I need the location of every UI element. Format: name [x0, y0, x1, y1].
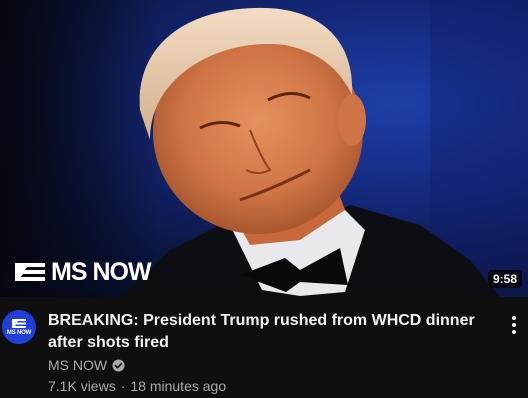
channel-link[interactable]: MS NOW	[48, 357, 125, 373]
thumbnail-image	[0, 0, 528, 297]
menu-dot	[512, 323, 516, 327]
check-circle-icon	[112, 358, 125, 372]
view-count: 7.1K views	[48, 378, 116, 394]
avatar-label: MS NOW	[6, 330, 32, 336]
video-details: MS NOW BREAKING: President Trump rushed …	[0, 297, 528, 398]
separator-dot: ·	[120, 378, 126, 394]
upload-age: 18 minutes ago	[130, 378, 227, 394]
ms-now-flag-icon	[12, 319, 26, 328]
watermark-text: MS NOW	[51, 258, 152, 286]
video-stats: 7.1K views · 18 minutes ago	[48, 378, 226, 394]
ms-now-flag-icon	[15, 263, 45, 281]
channel-watermark: MS NOW	[13, 258, 152, 286]
menu-dot	[512, 330, 516, 334]
menu-dot	[512, 316, 516, 320]
video-title[interactable]: BREAKING: President Trump rushed from WH…	[48, 310, 498, 354]
more-vert-icon[interactable]	[504, 313, 524, 337]
duration-badge: 9:58	[487, 270, 522, 288]
channel-name: MS NOW	[48, 357, 108, 373]
video-thumbnail[interactable]: MS NOW 9:58	[0, 0, 528, 297]
channel-avatar[interactable]: MS NOW	[2, 310, 36, 344]
